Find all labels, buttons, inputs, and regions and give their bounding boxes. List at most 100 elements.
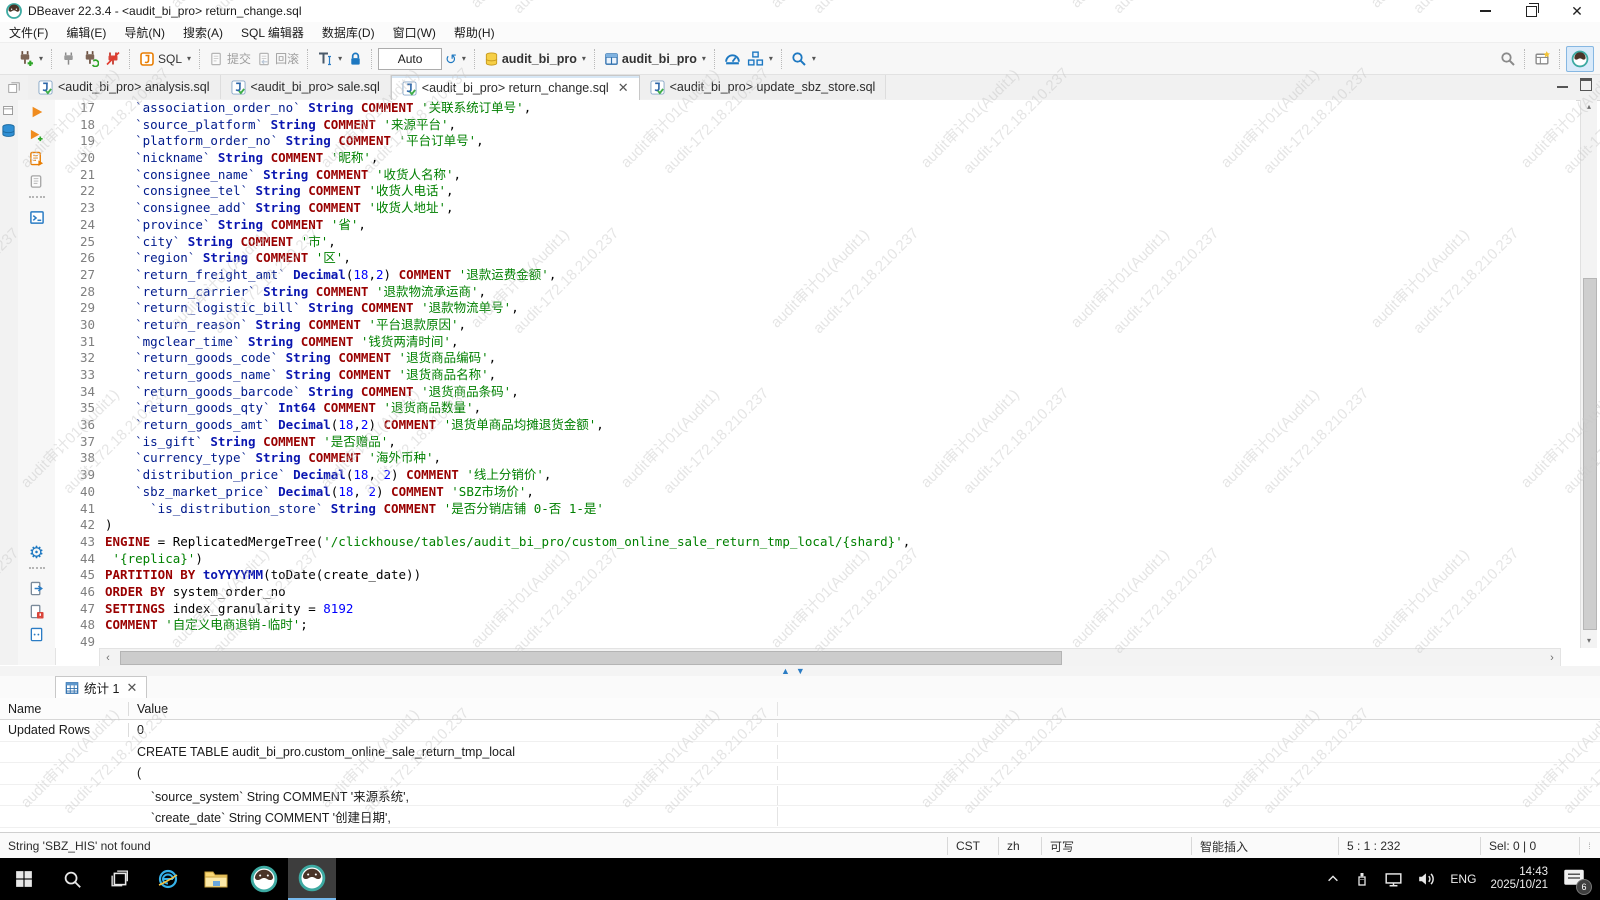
code-line[interactable]: 30 `return_reason` String COMMENT '平台退款原…	[55, 317, 1576, 334]
table-row[interactable]: Updated Rows0	[0, 720, 1600, 742]
search-button[interactable]: ▾	[788, 47, 819, 71]
scroll-down-icon[interactable]: ▾	[1581, 634, 1597, 648]
lock-button[interactable]	[345, 47, 366, 71]
code-line[interactable]: 25 `city` String COMMENT '市',	[55, 234, 1576, 251]
panel-splitter[interactable]: ▲ ▼	[0, 666, 1600, 676]
code-line[interactable]: 33 `return_goods_name` String COMMENT '退…	[55, 367, 1576, 384]
code-line[interactable]: 39 `distribution_price` Decimal(18, 2) C…	[55, 467, 1576, 484]
explain-plan-button[interactable]	[18, 170, 55, 192]
menu-item[interactable]: 文件(F)	[0, 24, 57, 41]
sql-code-editor[interactable]: 17 `association_order_no` String COMMENT…	[55, 100, 1576, 648]
database-navigator-icon[interactable]	[1, 123, 17, 138]
open-perspective-button[interactable]	[1531, 47, 1554, 71]
scroll-left-icon[interactable]: ‹	[100, 652, 116, 664]
code-line[interactable]: 21 `consignee_name` String COMMENT '收货人名…	[55, 167, 1576, 184]
volume-icon[interactable]	[1417, 870, 1436, 888]
dbeaver-taskbar-button-active[interactable]	[288, 858, 336, 900]
tray-expand-icon[interactable]	[1326, 872, 1340, 886]
code-line[interactable]: 45PARTITION BY toYYYYMM(toDate(create_da…	[55, 567, 1576, 584]
execute-script-button[interactable]	[18, 147, 55, 169]
splitter-down-icon[interactable]: ▼	[796, 666, 805, 676]
code-line[interactable]: 44 '{replica}')	[55, 551, 1576, 568]
dbeaver-perspective-button[interactable]	[1566, 46, 1594, 72]
code-line[interactable]: 17 `association_order_no` String COMMENT…	[55, 100, 1576, 117]
editor-tab[interactable]: <audit_bi_pro> return_change.sql✕	[391, 75, 640, 101]
task-view-button[interactable]	[96, 858, 144, 900]
minimize-view-button[interactable]	[1557, 86, 1568, 88]
code-line[interactable]: 19 `platform_order_no` String COMMENT '平…	[55, 133, 1576, 150]
status-cell[interactable]: 智能插入	[1191, 837, 1338, 855]
vertical-scroll-thumb[interactable]	[1583, 278, 1597, 630]
execute-statement-button[interactable]	[18, 101, 55, 123]
transaction-mode-button[interactable]: ▾	[314, 47, 345, 71]
execute-in-new-tab-button[interactable]	[18, 124, 55, 146]
scroll-right-icon[interactable]: ›	[1544, 652, 1560, 664]
connection-selector[interactable]: audit_bi_pro ▾	[481, 47, 589, 71]
input-language-indicator[interactable]: ENG	[1450, 872, 1476, 886]
scroll-up-icon[interactable]: ▴	[1581, 100, 1597, 114]
disconnect-button[interactable]	[102, 47, 124, 71]
code-line[interactable]: 18 `source_platform` String COMMENT '来源平…	[55, 117, 1576, 134]
editor-vertical-scrollbar[interactable]: ▴ ▾	[1580, 100, 1597, 648]
statistics-tab[interactable]: 统计 1 ✕	[55, 676, 147, 699]
menu-item[interactable]: 导航(N)	[115, 24, 174, 41]
dbeaver-taskbar-button[interactable]	[240, 858, 288, 900]
code-line[interactable]: 37 `is_gift` String COMMENT '是否赠品',	[55, 434, 1576, 451]
connect-button[interactable]	[58, 47, 79, 71]
new-connection-button[interactable]: ▾	[14, 47, 46, 71]
close-window-button[interactable]: ✕	[1554, 0, 1600, 22]
code-line[interactable]: 41 `is_distribution_store` String COMMEN…	[55, 501, 1576, 518]
start-button[interactable]	[0, 858, 48, 900]
reconnect-button[interactable]	[79, 47, 102, 71]
tab-close-icon[interactable]: ✕	[126, 680, 137, 696]
editor-tab[interactable]: <audit_bi_pro> sale.sql	[221, 75, 391, 99]
rollback-button[interactable]: 回滚	[254, 47, 302, 71]
tasks-button[interactable]: ▾	[744, 47, 776, 71]
file-explorer-button[interactable]	[192, 858, 240, 900]
code-line[interactable]: 22 `consignee_tel` String COMMENT '收货人电话…	[55, 183, 1576, 200]
schema-selector[interactable]: audit_bi_pro ▾	[601, 47, 709, 71]
transaction-log-button[interactable]: ↺ ▾	[442, 47, 469, 71]
column-header-value[interactable]: Value	[129, 702, 778, 716]
code-line[interactable]: 32 `return_goods_code` String COMMENT '退…	[55, 350, 1576, 367]
code-line[interactable]: 34 `return_goods_barcode` String COMMENT…	[55, 384, 1576, 401]
code-line[interactable]: 27 `return_freight_amt` Decimal(18,2) CO…	[55, 267, 1576, 284]
code-line[interactable]: 40 `sbz_market_price` Decimal(18, 2) COM…	[55, 484, 1576, 501]
commit-button[interactable]: 提交	[206, 47, 254, 71]
status-cell[interactable]: zh	[998, 837, 1041, 855]
editor-tab[interactable]: <audit_bi_pro> update_sbz_store.sql	[640, 75, 887, 99]
code-line[interactable]: 42)	[55, 517, 1576, 534]
code-line[interactable]: 36 `return_goods_amt` Decimal(18,2) COMM…	[55, 417, 1576, 434]
restore-window-button[interactable]	[1508, 0, 1554, 22]
taskbar-clock[interactable]: 14:43 2025/10/21	[1490, 866, 1548, 892]
code-line[interactable]: 47SETTINGS index_granularity = 8192	[55, 601, 1576, 618]
code-line[interactable]: 31 `mgclear_time` String COMMENT '钱货两清时间…	[55, 334, 1576, 351]
table-row[interactable]: (	[0, 763, 1600, 785]
maximize-view-button[interactable]	[1580, 78, 1592, 91]
editor-settings-button[interactable]: ⚙	[18, 541, 55, 563]
editor-tab[interactable]: <audit_bi_pro> analysis.sql	[28, 75, 221, 99]
table-row[interactable]: CREATE TABLE audit_bi_pro.custom_online_…	[0, 742, 1600, 764]
sql-console-button[interactable]	[18, 206, 55, 228]
commit-mode-select[interactable]: Auto	[378, 48, 442, 70]
dashboard-button[interactable]	[721, 47, 744, 71]
action-center-button[interactable]: 6	[1562, 866, 1588, 892]
code-line[interactable]: 28 `return_carrier` String COMMENT '退款物流…	[55, 284, 1576, 301]
code-line[interactable]: 24 `province` String COMMENT '省',	[55, 217, 1576, 234]
status-cell[interactable]: CST	[947, 837, 998, 855]
menu-item[interactable]: 帮助(H)	[445, 24, 504, 41]
column-header-name[interactable]: Name	[0, 702, 129, 716]
status-cell[interactable]: Sel: 0 | 0	[1480, 837, 1579, 855]
code-line[interactable]: 38 `currency_type` String COMMENT '海外币种'…	[55, 450, 1576, 467]
horizontal-scroll-thumb[interactable]	[120, 651, 1062, 665]
splitter-up-icon[interactable]: ▲	[781, 666, 790, 676]
table-row[interactable]: `create_date` String COMMENT '创建日期',	[0, 806, 1600, 828]
code-line[interactable]: 26 `region` String COMMENT '区',	[55, 250, 1576, 267]
menu-item[interactable]: 编辑(E)	[57, 24, 115, 41]
sql-editor-button[interactable]: SQL ▾	[136, 47, 194, 71]
taskbar-search-button[interactable]	[48, 858, 96, 900]
table-row[interactable]: `source_system` String COMMENT '来源系统',	[0, 785, 1600, 807]
status-cell[interactable]: 5 : 1 : 232	[1338, 837, 1480, 855]
export-result-button[interactable]	[18, 577, 55, 599]
internet-explorer-button[interactable]	[144, 858, 192, 900]
